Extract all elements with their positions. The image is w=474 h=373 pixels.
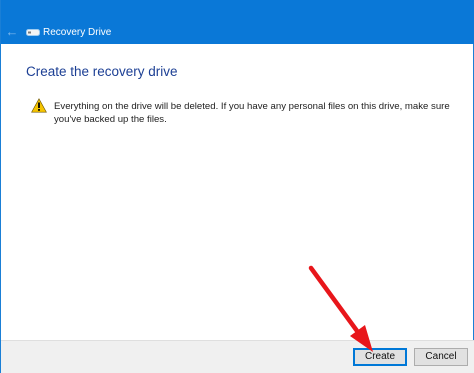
window-title: Recovery Drive xyxy=(43,27,112,38)
create-button[interactable]: Create xyxy=(353,348,407,366)
cancel-button[interactable]: Cancel xyxy=(414,348,468,366)
drive-icon xyxy=(26,29,40,36)
page-title: Create the recovery drive xyxy=(26,64,178,79)
back-arrow-icon[interactable]: ← xyxy=(5,25,19,39)
title-bar: ← Recovery Drive xyxy=(1,0,474,44)
red-arrow-pointer-icon xyxy=(308,265,373,352)
warning-icon xyxy=(31,98,47,113)
warning-message: Everything on the drive will be deleted.… xyxy=(54,101,450,125)
recovery-drive-window: ← Recovery Drive Create the recovery dri… xyxy=(0,0,474,373)
